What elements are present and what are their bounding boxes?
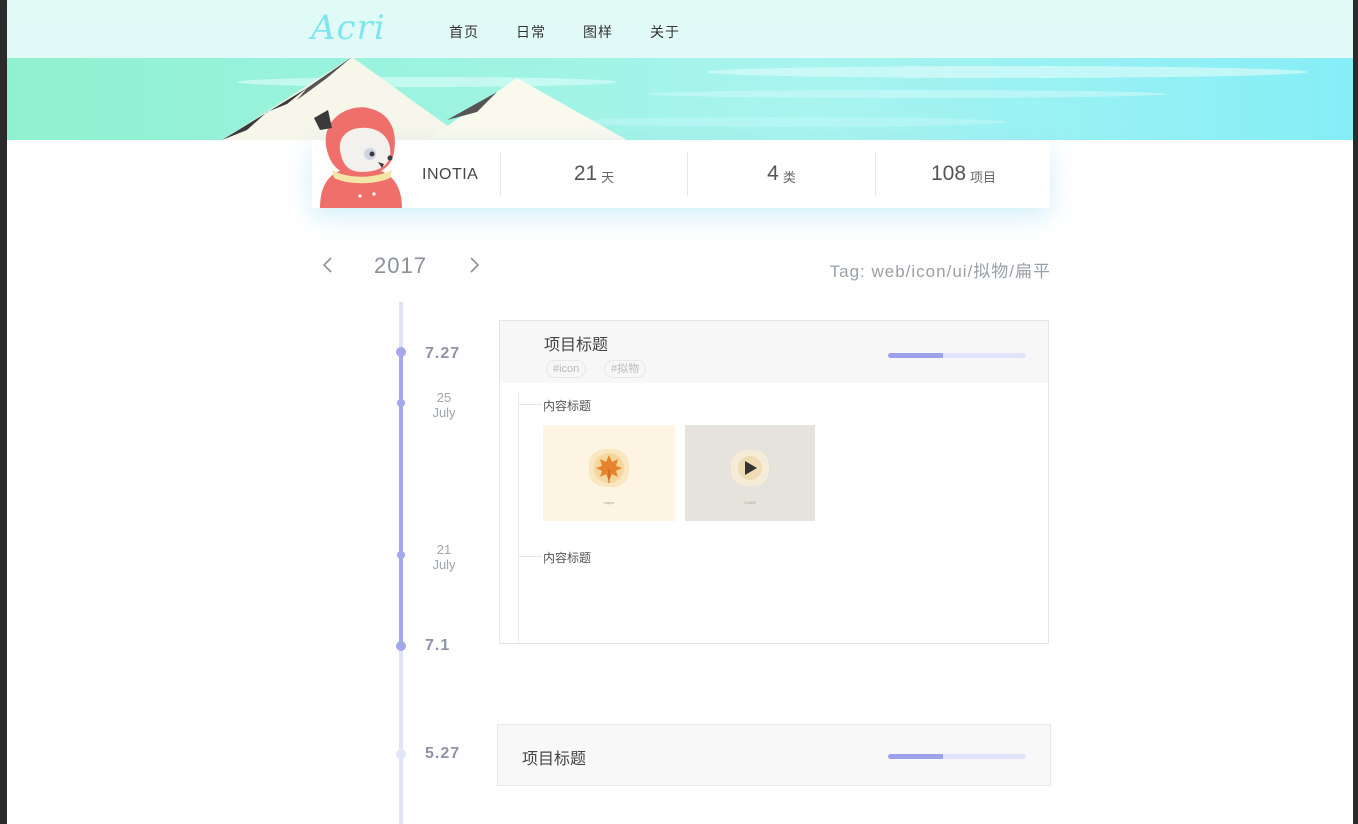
project-card: 项目标题 #icon #拟物 内容标题 maple CHAIR 内容标题 xyxy=(499,320,1049,644)
project-title: 项目标题 xyxy=(522,751,587,768)
project-progress-fill xyxy=(888,754,944,759)
nav-about[interactable]: 关于 xyxy=(650,22,680,42)
section-title: 内容标题 xyxy=(543,551,592,565)
date-day: 21 xyxy=(436,542,452,557)
project-progress-bar xyxy=(888,754,1026,759)
project-card-collapsed[interactable]: 项目标题 xyxy=(497,724,1051,786)
section-connector-line xyxy=(518,393,519,643)
chevron-right-icon[interactable] xyxy=(467,256,481,274)
nav-daily[interactable]: 日常 xyxy=(516,22,546,42)
date-label: 5.27 xyxy=(425,745,461,762)
project-progress-bar xyxy=(888,353,1026,358)
project-progress-fill xyxy=(888,353,944,358)
stat-days-unit: 天 xyxy=(601,170,615,185)
logo[interactable]: Acri xyxy=(311,8,386,48)
date-sub-label: 21 July xyxy=(422,542,466,572)
thumbnail-maple[interactable]: maple xyxy=(543,425,675,521)
stat-categories-unit: 类 xyxy=(782,170,796,185)
section-title: 内容标题 xyxy=(543,399,592,413)
nav-home[interactable]: 首页 xyxy=(449,22,479,42)
date-sub-label: 25 July xyxy=(422,390,466,420)
timeline-dot[interactable] xyxy=(396,749,406,759)
nav-patterns[interactable]: 图样 xyxy=(583,22,613,42)
hero-banner: Acri 首页 日常 图样 关于 xyxy=(7,0,1353,140)
thumbnail-play[interactable]: CHAIR xyxy=(685,425,815,521)
maple-leaf-icon xyxy=(589,449,629,487)
timeline-active-track xyxy=(399,352,403,646)
stat-categories: 4 类 xyxy=(687,152,875,196)
avatar[interactable] xyxy=(312,104,408,208)
mountain-landscape xyxy=(7,0,1353,140)
date-month: July xyxy=(432,557,456,572)
timeline-dot-small[interactable] xyxy=(397,399,405,407)
play-icon xyxy=(731,450,769,486)
project-title: 项目标题 xyxy=(544,337,609,354)
project-tag[interactable]: #拟物 xyxy=(604,360,647,378)
stat-days: 21 天 xyxy=(500,152,687,196)
stat-projects-value: 108 xyxy=(930,162,967,185)
thumbnail-caption: CHAIR xyxy=(743,500,757,505)
chevron-left-icon[interactable] xyxy=(321,256,335,274)
section-tick xyxy=(518,556,542,557)
main-nav: 首页 日常 图样 关于 xyxy=(449,22,680,42)
date-month: July xyxy=(432,405,456,420)
date-day: 25 xyxy=(436,390,452,405)
stat-days-value: 21 xyxy=(573,162,598,185)
tag-filter[interactable]: Tag: web/icon/ui/拟物/扁平 xyxy=(830,257,1051,282)
project-card-header[interactable]: 项目标题 #icon #拟物 xyxy=(500,321,1048,383)
project-tag[interactable]: #icon xyxy=(546,360,587,378)
thumbnail-caption: maple xyxy=(603,500,615,505)
timeline-dot-small[interactable] xyxy=(397,551,405,559)
stat-projects: 108 项目 xyxy=(875,152,1051,196)
page: Acri 首页 日常 图样 关于 INOTIA 21 天 4 类 108 项目 … xyxy=(7,0,1353,824)
profile-stats-bar: INOTIA 21 天 4 类 108 项目 xyxy=(312,107,1051,208)
date-label: 7.1 xyxy=(425,637,451,654)
username: INOTIA xyxy=(422,166,479,183)
stat-projects-unit: 项目 xyxy=(970,170,997,185)
stat-categories-value: 4 xyxy=(767,162,779,185)
section-tick xyxy=(518,404,542,405)
year-label: 2017 xyxy=(374,253,427,278)
timeline-dot[interactable] xyxy=(396,347,406,357)
timeline-dot[interactable] xyxy=(396,641,406,651)
date-label: 7.27 xyxy=(425,345,461,362)
